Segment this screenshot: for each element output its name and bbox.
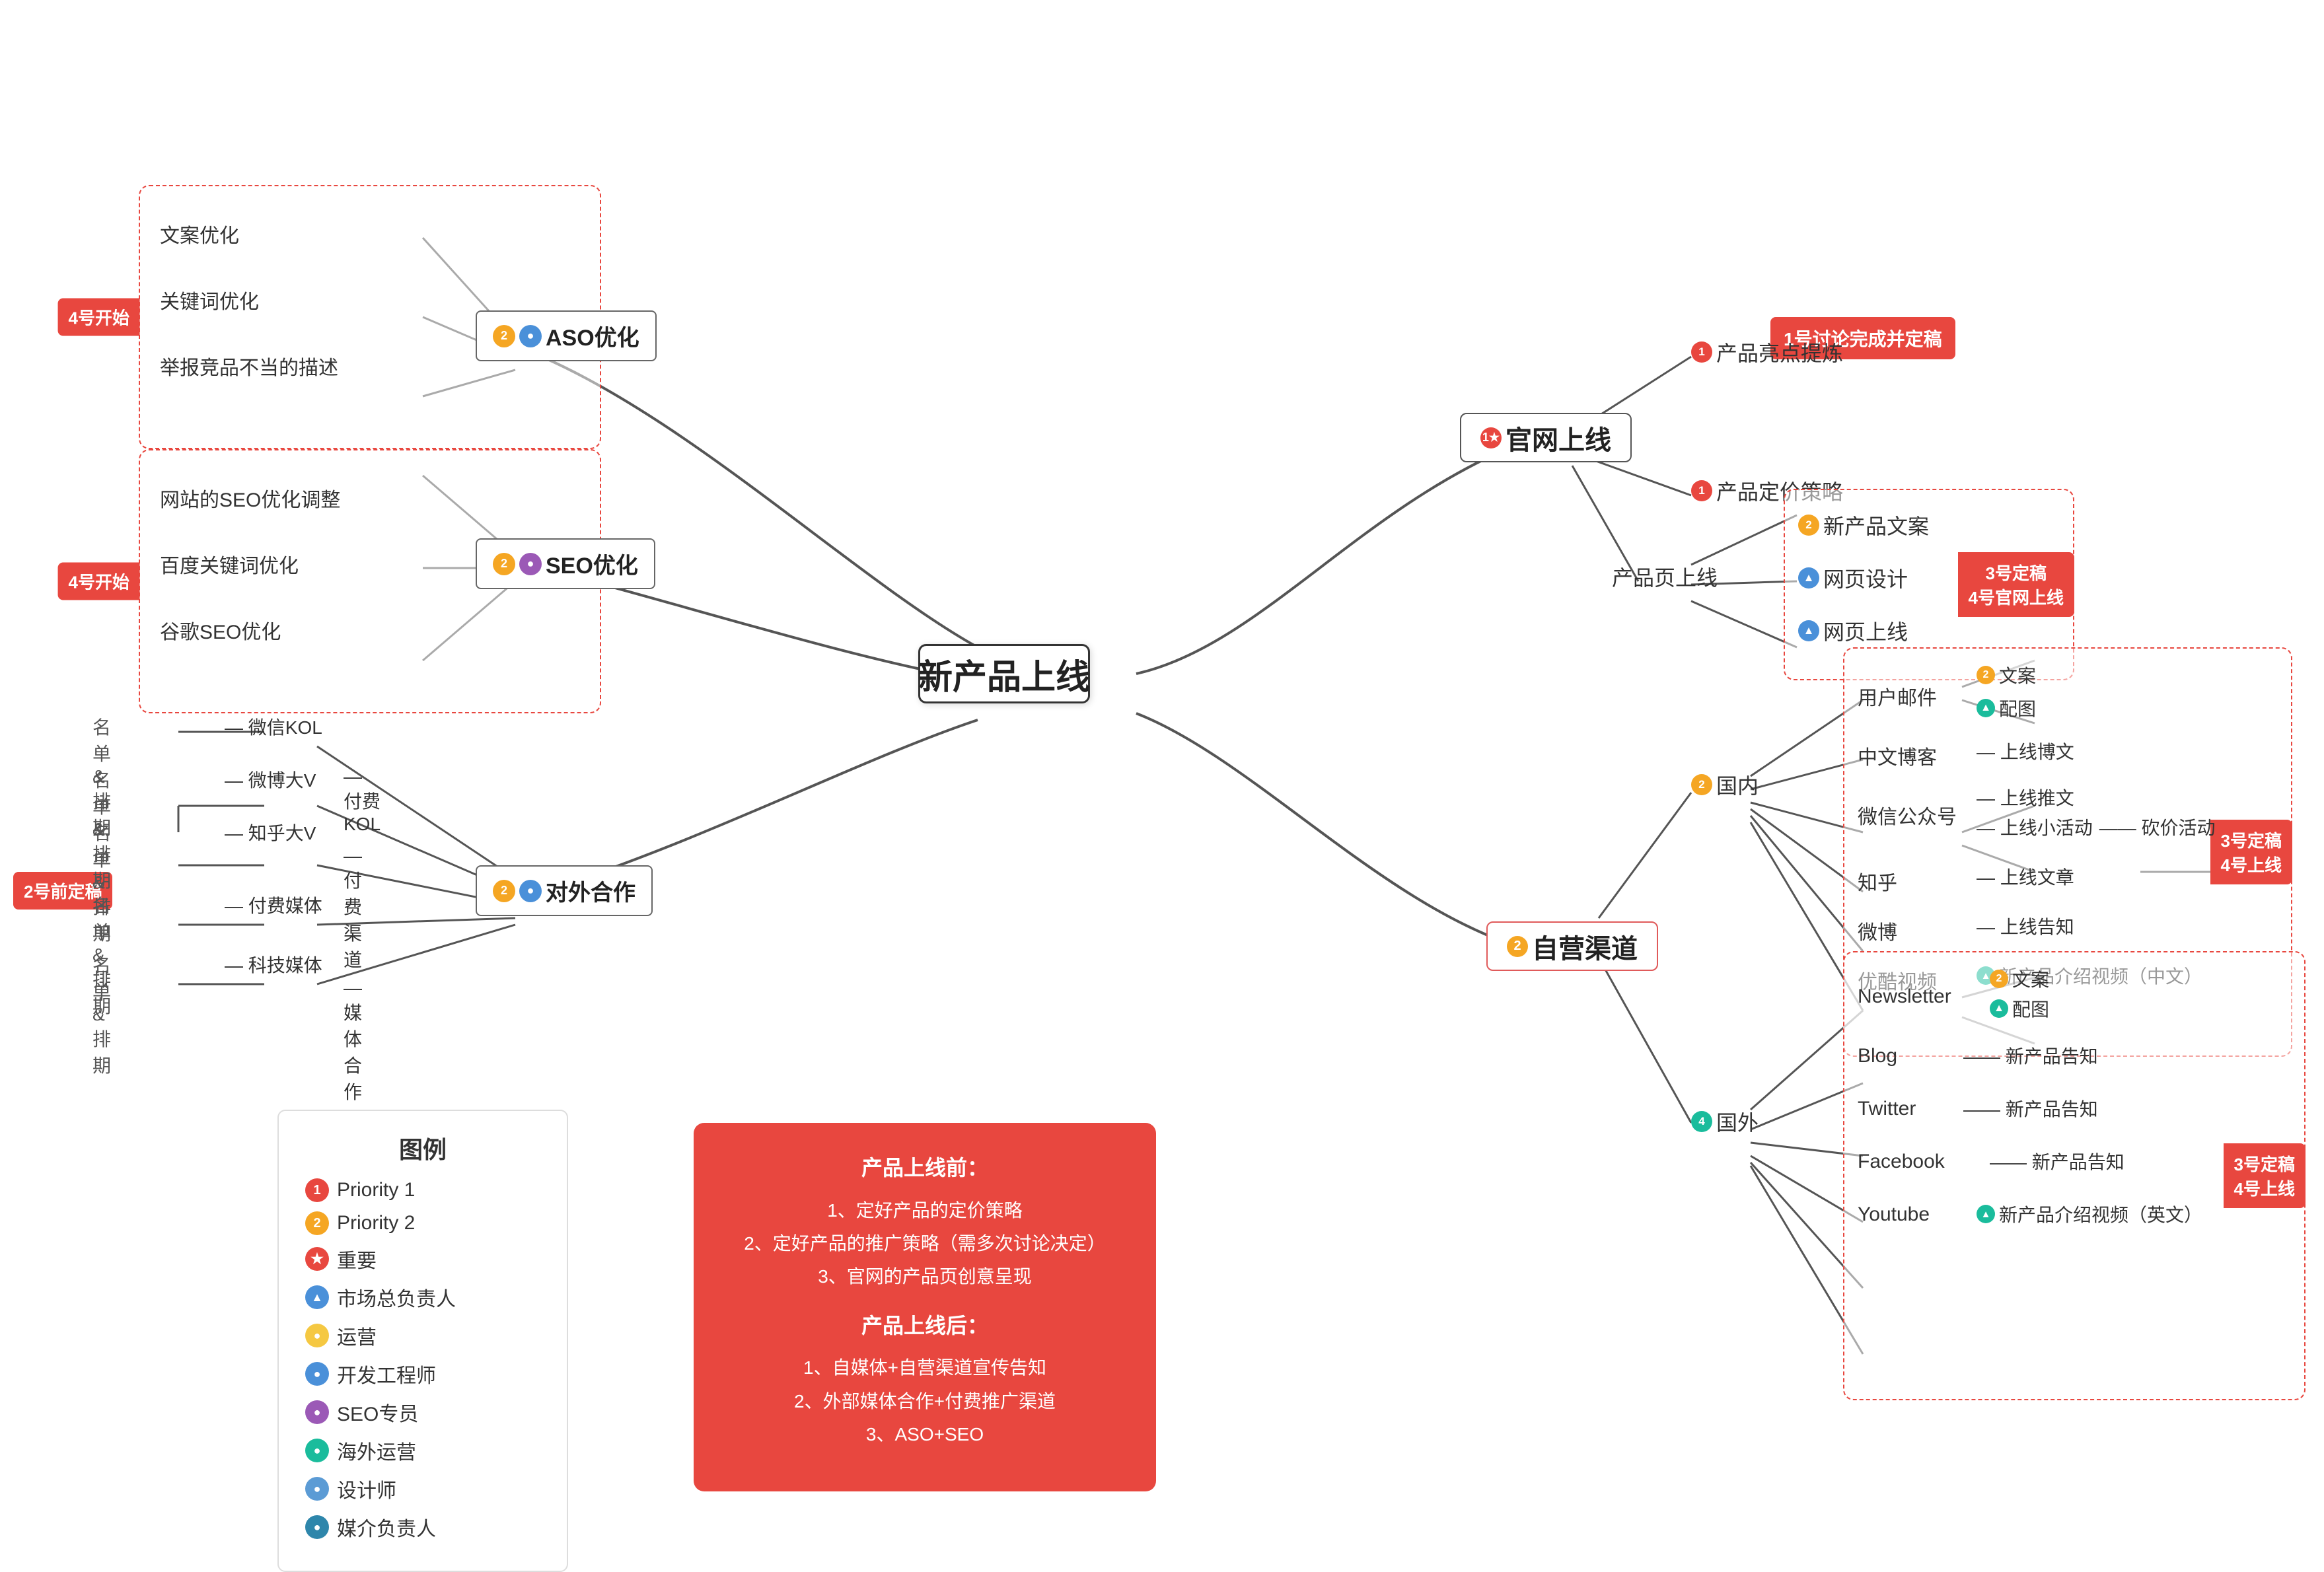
node-newsletter-copy: 2文案 — [1990, 966, 2049, 992]
node-weibo-v: — 微博大V — [225, 766, 316, 793]
legend-item-p2: 2 Priority 2 — [305, 1211, 540, 1235]
node-zhihu: 知乎 — [1858, 867, 1897, 896]
summary-box: 产品上线前： 1、定好产品的定价策略 2、定好产品的推广策略（需多次讨论决定） … — [694, 1123, 1156, 1491]
node-aso: 2 ● ASO优化 — [476, 310, 657, 361]
node-weibo: 微博 — [1858, 916, 1897, 945]
tag-finalize-domestic: 3号定稿 4号上线 — [2210, 820, 2292, 884]
node-keyword-opt: 关键词优化 — [160, 285, 259, 314]
summary-pre-title: 产品上线前： — [727, 1149, 1123, 1188]
node-report-competitor: 举报竞品不当的描述 — [160, 351, 338, 380]
node-domestic: 2 国内 — [1691, 769, 1759, 800]
node-paid-channel: — 付费渠道 — [344, 845, 362, 972]
node-wechat-push: — 上线推文 — [1977, 784, 2074, 810]
summary-post-items: 1、自媒体+自营渠道宣传告知 2、外部媒体合作+付费推广渠道 3、ASO+SEO — [727, 1351, 1123, 1451]
official-site-label: 官网上线 — [1506, 419, 1611, 457]
node-wechat: 微信公众号 — [1858, 801, 1957, 830]
node-email-copy: 2文案 — [1977, 662, 2036, 688]
dashed-box-overseas: 3号定稿 4号上线 Newsletter 2文案 ▲配图 Blog —— 新产品… — [1843, 951, 2306, 1400]
node-external-coop: 2 ● 对外合作 — [476, 865, 653, 916]
node-media-coop: — 媒体合作 — [344, 978, 362, 1104]
center-node: 新产品上线 — [918, 644, 1090, 703]
node-newsletter: Newsletter — [1858, 985, 1951, 1008]
node-overseas: 4 国外 — [1691, 1106, 1759, 1137]
node-blog-en-news: —— 新产品告知 — [1963, 1042, 2098, 1069]
legend-item-ops: ● 运营 — [305, 1321, 540, 1350]
node-baidu-kw: 百度关键词优化 — [160, 550, 299, 579]
node-newsletter-img: ▲配图 — [1990, 995, 2049, 1022]
legend-item-overseas: ● 海外运营 — [305, 1436, 540, 1465]
node-twitter-news: —— 新产品告知 — [1963, 1095, 2098, 1122]
legend-title: 图例 — [305, 1131, 540, 1165]
legend-item-p1: 1 Priority 1 — [305, 1178, 540, 1202]
node-web-launch: ▲ 网页上线 — [1798, 616, 1908, 646]
node-blog-cn-launch: — 上线博文 — [1977, 738, 2074, 764]
node-youtube-video: ▲新产品介绍视频（英文） — [1977, 1201, 2202, 1227]
node-youtube: Youtube — [1858, 1203, 1930, 1226]
node-google-seo: 谷歌SEO优化 — [160, 616, 281, 645]
node-new-copy: 2 新产品文案 — [1798, 510, 1929, 540]
node-tech-media: — 科技媒体 — [225, 951, 322, 978]
node-twitter: Twitter — [1858, 1098, 1916, 1120]
node-paid-media: — 付费媒体 — [225, 892, 322, 918]
summary-post-title: 产品上线后： — [727, 1307, 1123, 1345]
node-weibo-announce: — 上线告知 — [1977, 913, 2074, 939]
legend-item-designer: ● 设计师 — [305, 1474, 540, 1503]
node-wechat-kol: — 微信KOL — [225, 713, 322, 740]
legend-item-important: ★ 重要 — [305, 1244, 540, 1273]
tag-start-4-aso: 4号开始 — [58, 299, 140, 336]
legend-box: 图例 1 Priority 1 2 Priority 2 ★ 重要 ▲ 市场总负… — [277, 1110, 568, 1572]
summary-pre-items: 1、定好产品的定价策略 2、定好产品的推广策略（需多次讨论决定） 3、官网的产品… — [727, 1194, 1123, 1294]
legend-item-marketing: ▲ 市场总负责人 — [305, 1283, 540, 1312]
tag-start-4-seo: 4号开始 — [58, 563, 140, 600]
node-facebook: Facebook — [1858, 1151, 1945, 1173]
node-zhihu-article: — 上线文章 — [1977, 863, 2074, 890]
node-email-img: ▲配图 — [1977, 695, 2036, 721]
node-wechat-activity: — 上线小活动 —— 砍价活动 — [1977, 814, 2216, 840]
node-own-channel: 2 自营渠道 — [1486, 921, 1658, 971]
node-facebook-news: —— 新产品告知 — [1990, 1148, 2124, 1174]
own-channel-label: 自营渠道 — [1532, 927, 1638, 966]
node-email: 用户邮件 — [1858, 682, 1937, 711]
node-zhihu-v: — 知乎大V — [225, 819, 316, 845]
node-blog-cn: 中文博客 — [1858, 741, 1937, 770]
node-web-design: ▲ 网页设计 — [1798, 563, 1908, 593]
node-official-site: 1★ 官网上线 — [1460, 413, 1632, 462]
node-paid-kol: — 付费KOL — [344, 766, 381, 835]
legend-item-seo: ● SEO专员 — [305, 1398, 540, 1427]
node-blog-en: Blog — [1858, 1045, 1897, 1067]
center-label: 新产品上线 — [918, 649, 1090, 699]
node-product-highlight: 1 产品亮点提炼 — [1691, 337, 1843, 367]
node-seo-adj: 网站的SEO优化调整 — [160, 483, 340, 513]
node-copy-opt: 文案优化 — [160, 219, 239, 248]
mindmap-container: 新产品上线 1★ 官网上线 1号讨论完成并定稿 1 产品亮点提炼 1 产品定价策… — [0, 0, 2324, 1539]
legend-item-media-head: ● 媒介负责人 — [305, 1513, 540, 1542]
tag-finalize-overseas: 3号定稿 4号上线 — [2224, 1143, 2306, 1208]
legend-item-dev: ● 开发工程师 — [305, 1359, 540, 1388]
node-product-page: 产品页上线 — [1612, 561, 1718, 592]
tag-finalize-official: 3号定稿 4号官网上线 — [1958, 552, 2074, 617]
node-tech-media-label: 名单&排期 — [92, 951, 111, 1078]
node-seo: 2 ● SEO优化 — [476, 538, 655, 589]
